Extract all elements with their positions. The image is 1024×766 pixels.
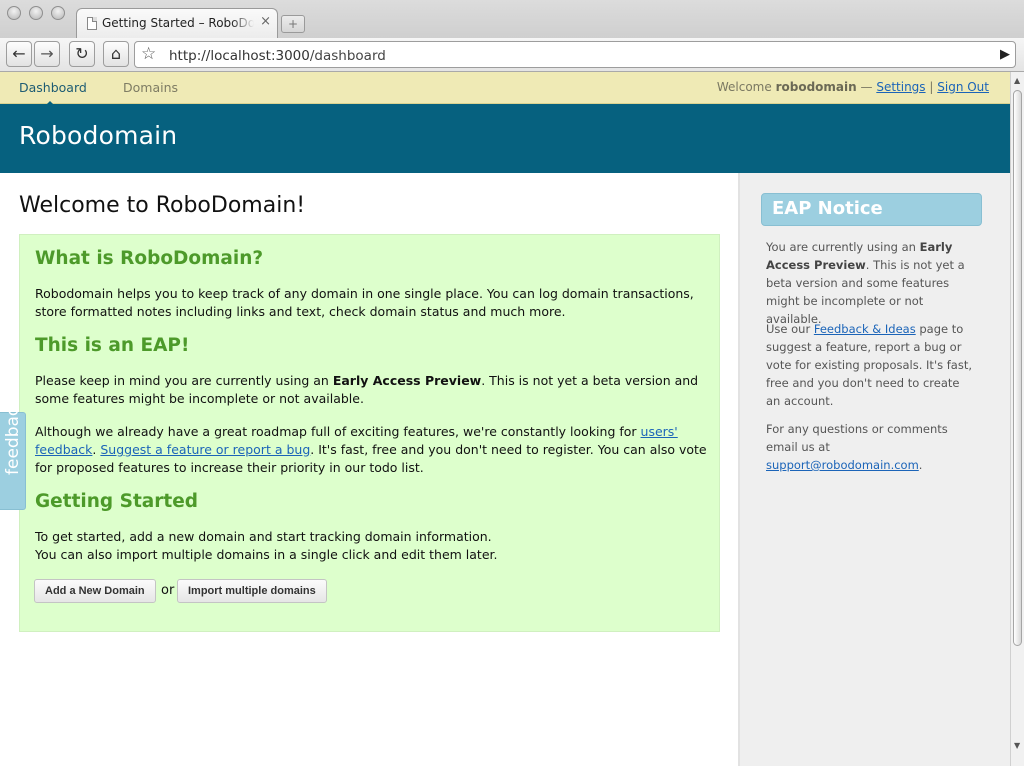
reload-icon[interactable]: ↻ bbox=[69, 41, 95, 67]
getting-started-heading: Getting Started bbox=[35, 491, 199, 512]
new-tab-button[interactable]: + bbox=[281, 15, 305, 33]
support-email-link[interactable]: support@robodomain.com bbox=[766, 458, 919, 472]
window-zoom-control[interactable] bbox=[51, 6, 65, 20]
what-is-paragraph: Robodomain helps you to keep track of an… bbox=[35, 286, 694, 319]
username: robodomain bbox=[775, 80, 857, 94]
window-minimize-control[interactable] bbox=[29, 6, 43, 20]
add-domain-button[interactable]: Add a New Domain bbox=[34, 579, 156, 603]
eap-heading: This is an EAP! bbox=[35, 335, 190, 356]
or-text: or bbox=[161, 583, 175, 598]
home-icon[interactable]: ⌂ bbox=[103, 41, 129, 67]
eap-paragraph: Please keep in mind you are currently us… bbox=[35, 373, 699, 406]
browser-tab-strip: Getting Started – RoboDomain × + bbox=[0, 0, 1024, 38]
tab-title: Getting Started – RoboDomain bbox=[102, 16, 254, 30]
forward-arrow-icon[interactable]: → bbox=[34, 41, 60, 67]
browser-tab-active[interactable]: Getting Started – RoboDomain × bbox=[76, 8, 278, 38]
getting-started-paragraph: To get started, add a new domain and sta… bbox=[35, 529, 498, 562]
user-menu: Welcome robodomain — Settings | Sign Out bbox=[717, 80, 989, 94]
sidebar-feedback-text: Use our Feedback & Ideas page to suggest… bbox=[766, 322, 973, 408]
sidebar-contact-text: For any questions or comments email us a… bbox=[766, 422, 948, 472]
sign-out-link[interactable]: Sign Out bbox=[937, 80, 989, 94]
scroll-down-arrow-icon[interactable]: ▼ bbox=[1014, 741, 1020, 750]
back-arrow-icon[interactable]: ← bbox=[6, 41, 32, 67]
page-title: Welcome to RoboDomain! bbox=[19, 193, 306, 218]
welcome-text: Welcome bbox=[716, 80, 772, 94]
nav-separator: | bbox=[929, 80, 934, 94]
feedback-ideas-link[interactable]: Feedback & Ideas bbox=[814, 322, 916, 336]
nav-domains[interactable]: Domains bbox=[123, 80, 178, 95]
sidebar: EAP Notice You are currently using an Ea… bbox=[738, 173, 1010, 766]
top-navigation: Dashboard Domains Welcome robodomain — S… bbox=[0, 72, 1010, 106]
feedback-tab-label: feedback bbox=[3, 396, 23, 475]
scroll-up-arrow-icon[interactable]: ▲ bbox=[1014, 76, 1020, 85]
vertical-scrollbar[interactable]: ▲ ▼ bbox=[1010, 72, 1024, 766]
tab-close-icon[interactable]: × bbox=[260, 14, 271, 29]
import-domains-button[interactable]: Import multiple domains bbox=[177, 579, 327, 603]
main-content: Welcome to RoboDomain! What is RoboDomai… bbox=[0, 173, 738, 766]
header-banner: Robodomain bbox=[0, 104, 1010, 173]
nav-dash: — bbox=[860, 80, 873, 94]
scroll-thumb[interactable] bbox=[1013, 90, 1022, 646]
nav-dashboard[interactable]: Dashboard bbox=[19, 80, 87, 106]
what-is-heading: What is RoboDomain? bbox=[35, 248, 264, 269]
eap-notice-heading: EAP Notice bbox=[761, 193, 982, 226]
web-page: Dashboard Domains Welcome robodomain — S… bbox=[0, 72, 1010, 766]
browser-toolbar: ← → ↻ ⌂ ☆ http://localhost:3000/dashboar… bbox=[0, 38, 1024, 72]
intro-panel: What is RoboDomain? Robodomain helps you… bbox=[19, 234, 720, 632]
window-close-control[interactable] bbox=[7, 6, 21, 20]
bookmark-star-icon[interactable]: ☆ bbox=[141, 44, 156, 64]
go-arrow-icon[interactable]: ▶ bbox=[1000, 47, 1010, 62]
page-document-icon bbox=[87, 17, 97, 30]
suggest-feature-link[interactable]: Suggest a feature or report a bug bbox=[100, 442, 310, 457]
address-bar[interactable]: ☆ http://localhost:3000/dashboard ▶ bbox=[134, 41, 1016, 68]
feedback-tab[interactable]: feedback bbox=[0, 396, 26, 510]
feedback-paragraph: Although we already have a great roadmap… bbox=[35, 424, 707, 475]
settings-link[interactable]: Settings bbox=[876, 80, 925, 94]
sidebar-eap-text: You are currently using an Early Access … bbox=[766, 240, 965, 326]
address-url[interactable]: http://localhost:3000/dashboard bbox=[169, 48, 386, 64]
robodomain-logo[interactable]: Robodomain bbox=[19, 121, 177, 150]
